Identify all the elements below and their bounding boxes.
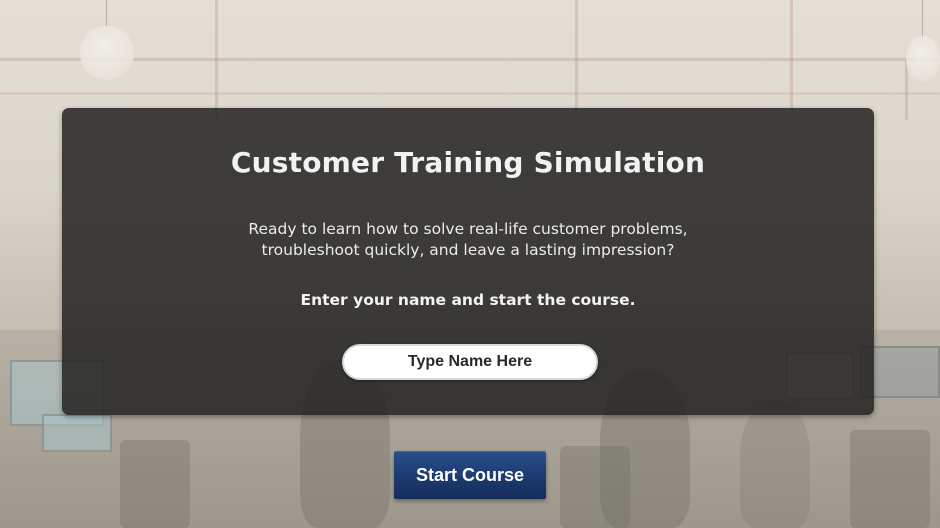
- intro-text-line-1: Ready to learn how to solve real-life cu…: [248, 220, 688, 238]
- course-title: Customer Training Simulation: [230, 146, 706, 179]
- start-course-button[interactable]: Start Course: [394, 451, 546, 499]
- intro-text: Ready to learn how to solve real-life cu…: [62, 219, 874, 261]
- name-prompt: Enter your name and start the course.: [300, 291, 636, 309]
- intro-panel: Customer Training Simulation Ready to le…: [62, 108, 874, 415]
- name-input[interactable]: [342, 344, 598, 380]
- pendant-lamp-right: [906, 36, 940, 82]
- intro-text-line-2: troubleshoot quickly, and leave a lastin…: [261, 241, 675, 259]
- slide-stage: Customer Training Simulation Ready to le…: [0, 0, 940, 528]
- pendant-lamp-left: [80, 26, 134, 80]
